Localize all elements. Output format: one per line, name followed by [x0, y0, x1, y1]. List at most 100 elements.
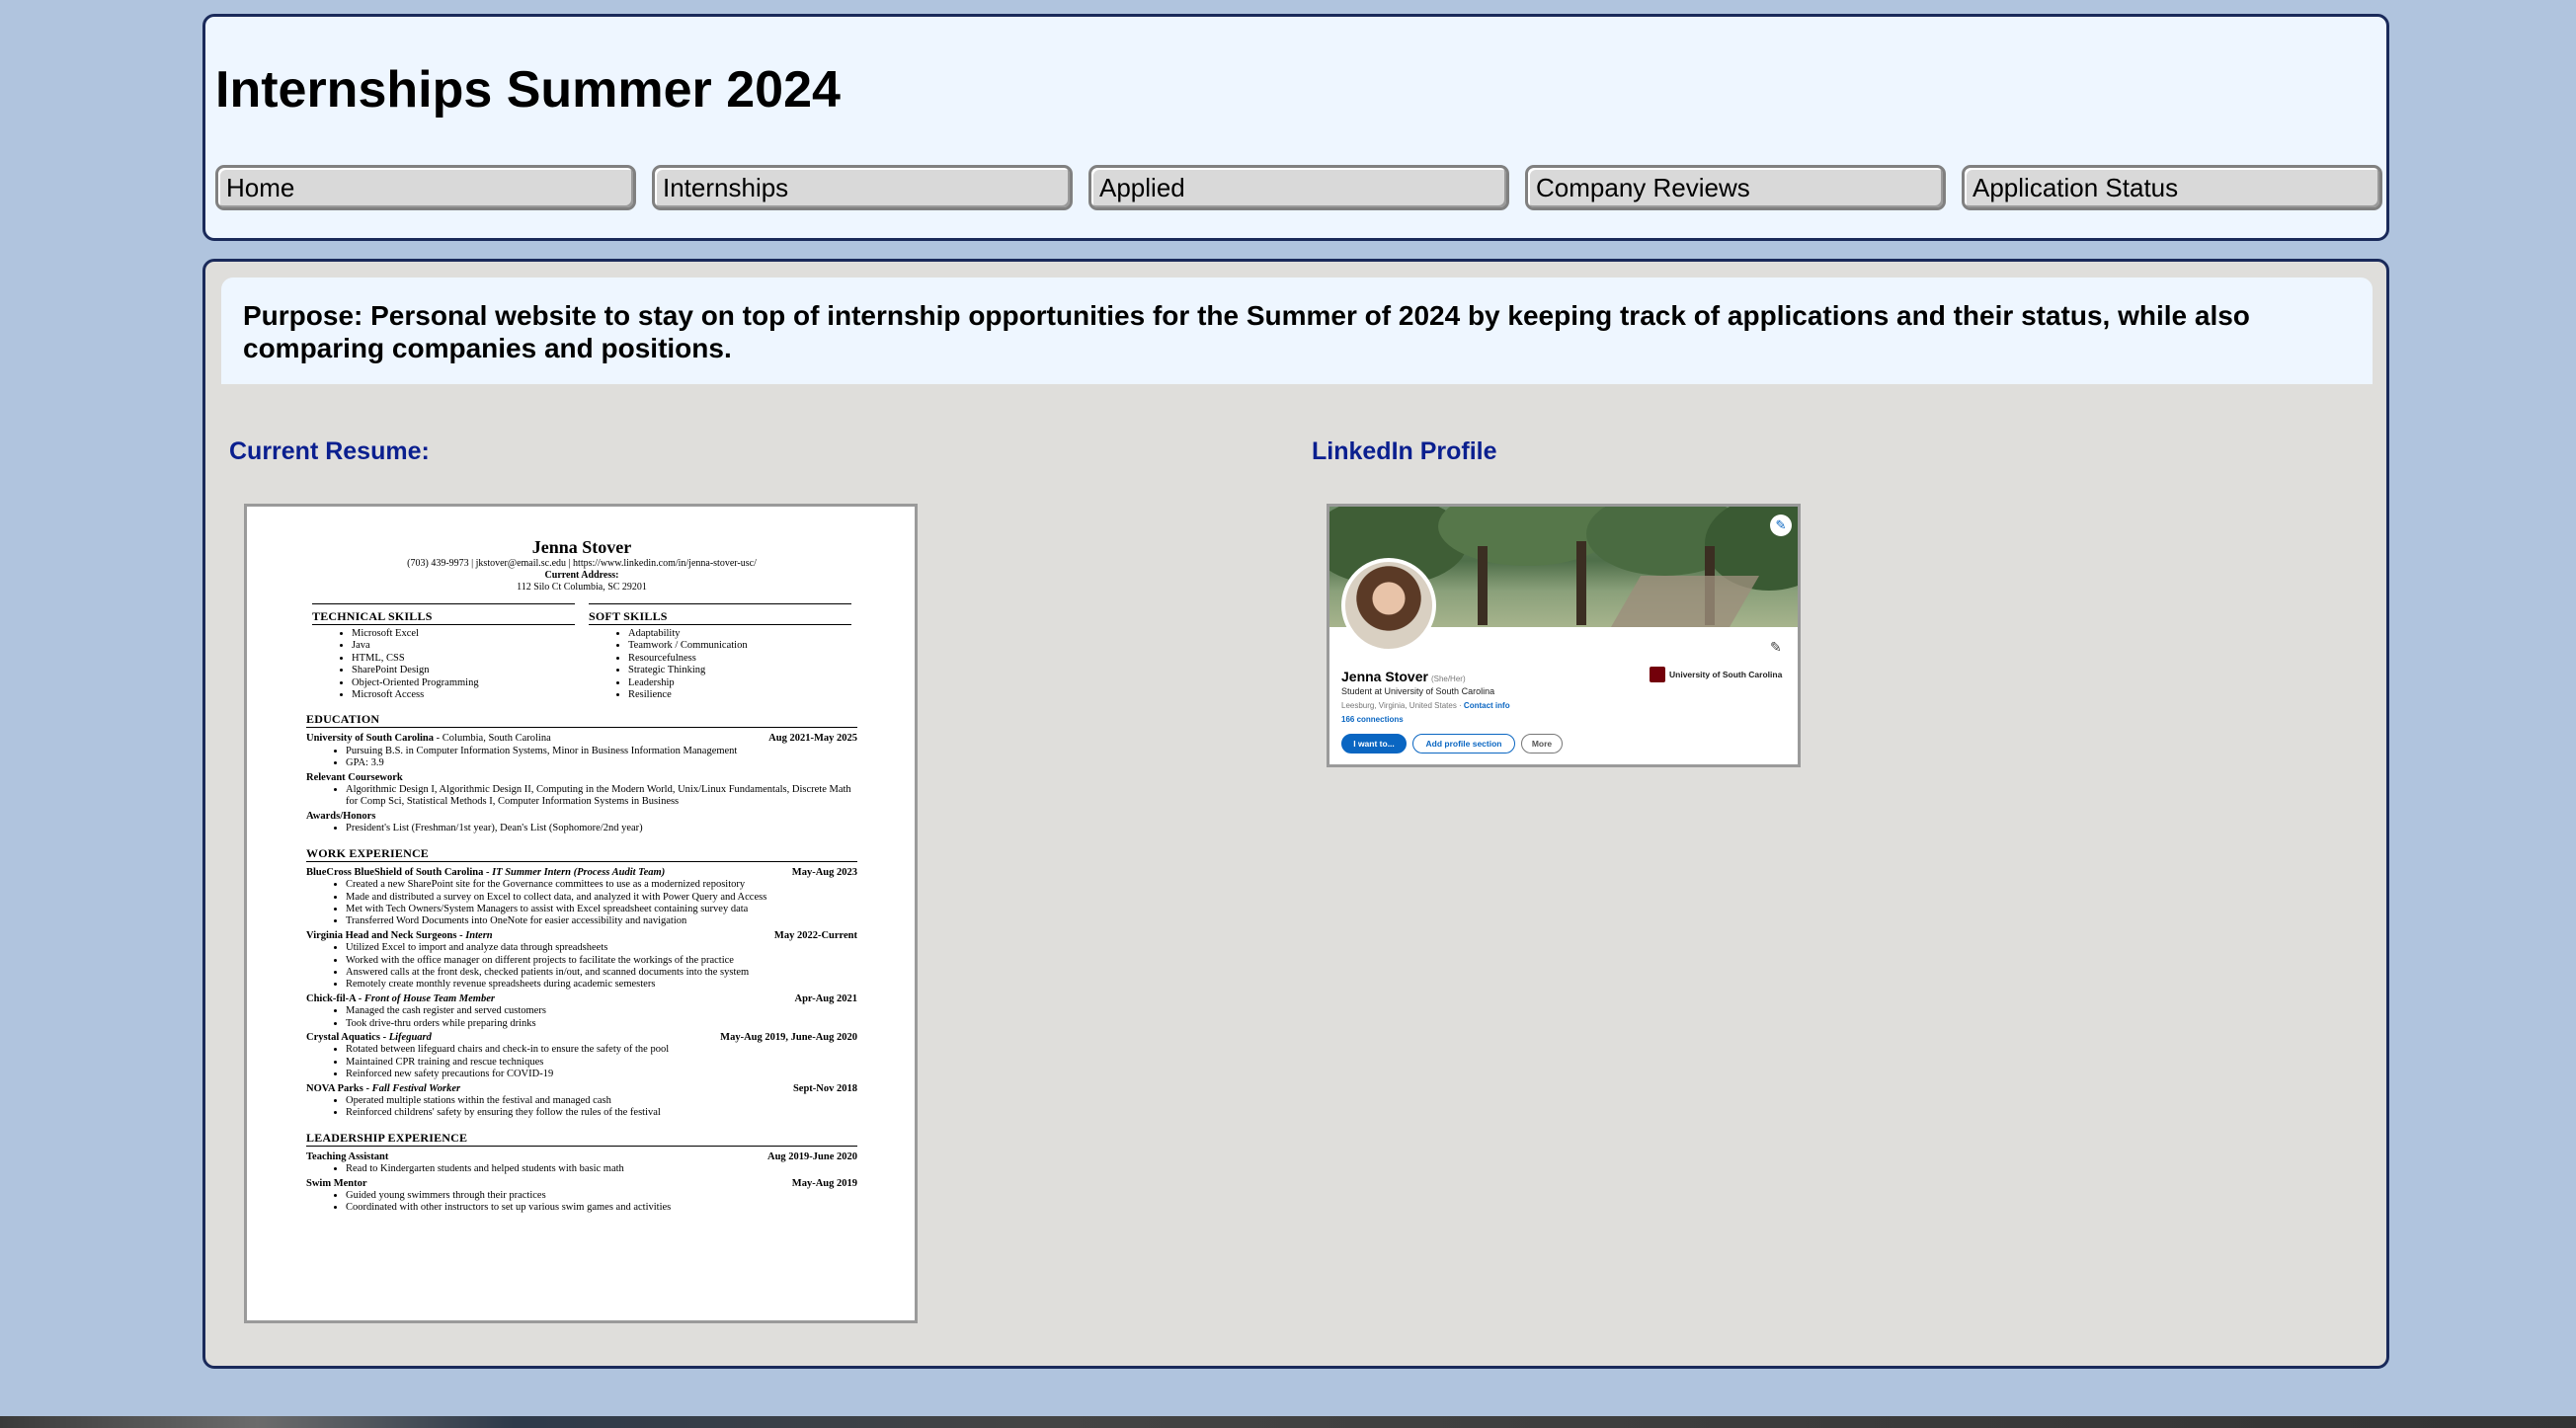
resume-leadership-org: Teaching Assistant: [306, 1150, 389, 1162]
purpose-text: Purpose: Personal website to stay on top…: [243, 300, 2250, 363]
resume-edu-dates: Aug 2021-May 2025: [768, 733, 857, 745]
resume-job-row: NOVA Parks - Fall Festival Worker Sept-N…: [306, 1083, 857, 1095]
list-item: Reinforced new safety precautions for CO…: [346, 1069, 857, 1080]
resume-coursework-label: Relevant Coursework: [306, 771, 403, 783]
tree-trunk: [1576, 541, 1586, 625]
main-content: Purpose: Personal website to stay on top…: [202, 259, 2389, 1369]
pencil-icon[interactable]: ✎: [1770, 639, 1782, 656]
list-item: Resourcefulness: [628, 653, 851, 665]
list-item: Teamwork / Communication: [628, 640, 851, 652]
resume-leadership-dates: Aug 2019-June 2020: [766, 1150, 857, 1162]
list-item: Microsoft Access: [352, 689, 575, 701]
resume-job-role: Front of House Team Member: [363, 992, 495, 1004]
list-item: Created a new SharePoint site for the Go…: [346, 879, 857, 891]
linkedin-headline: Student at University of South Carolina: [1341, 686, 1495, 696]
resume-job-role: Intern: [465, 929, 493, 941]
resume-leadership-dates: May-Aug 2019: [791, 1177, 857, 1189]
site-title: Internships Summer 2024: [215, 61, 841, 119]
linkedin-heading: LinkedIn Profile: [1312, 437, 1497, 465]
resume-image[interactable]: Jenna Stover (703) 439-9973 | jkstover@e…: [244, 504, 918, 1323]
resume-leadership-row: Swim Mentor May-Aug 2019: [306, 1178, 857, 1190]
school-logo-icon: [1650, 667, 1665, 682]
more-button[interactable]: More: [1521, 734, 1563, 754]
resume-job-row: Virginia Head and Neck Surgeons - Intern…: [306, 930, 857, 942]
list-item: GPA: 3.9: [346, 757, 857, 769]
nav-company-reviews-button[interactable]: Company Reviews: [1525, 165, 1946, 210]
list-item: Remotely create monthly revenue spreadsh…: [346, 979, 857, 991]
nav-applied-button[interactable]: Applied: [1088, 165, 1509, 210]
list-item: Made and distributed a survey on Excel t…: [346, 892, 857, 904]
resume-edu-school: University of South Carolina: [306, 733, 435, 745]
resume-address: 112 Silo Ct Columbia, SC 29201: [517, 582, 647, 593]
nav-home-button[interactable]: Home: [215, 165, 636, 210]
contact-info-link[interactable]: Contact info: [1464, 701, 1510, 710]
resume-job-org: Virginia Head and Neck Surgeons -: [306, 929, 466, 941]
resume-heading: Current Resume:: [229, 437, 430, 465]
resume-technical-heading: TECHNICAL SKILLS: [312, 608, 575, 625]
resume-edu-location: - Columbia, South Carolina: [434, 733, 551, 745]
resume-job-org: Chick-fil-A -: [306, 992, 364, 1004]
list-item: Took drive-thru orders while preparing d…: [346, 1018, 857, 1030]
list-item: Transferred Word Documents into OneNote …: [346, 915, 857, 927]
list-item: Reinforced childrens' safety by ensuring…: [346, 1107, 857, 1119]
linkedin-name: Jenna Stover (She/Her): [1341, 669, 1466, 684]
list-item: Coordinated with other instructors to se…: [346, 1202, 857, 1214]
resume-job-dates: Apr-Aug 2021: [794, 992, 858, 1004]
resume-leadership-org: Swim Mentor: [306, 1177, 367, 1189]
resume-job-dates: May-Aug 2019, June-Aug 2020: [720, 1031, 857, 1043]
resume-job-role: Fall Festival Worker: [371, 1082, 461, 1094]
linkedin-location: Leesburg, Virginia, United States · Cont…: [1341, 701, 1510, 710]
add-profile-section-button[interactable]: Add profile section: [1412, 734, 1515, 754]
linkedin-profile-card[interactable]: ✎ ✎ Jenna Stover (She/Her) Student at Uni…: [1327, 504, 1801, 767]
list-item: Algorithmic Design I, Algorithmic Design…: [346, 784, 857, 809]
resume-leadership-row: Teaching Assistant Aug 2019-June 2020: [306, 1151, 857, 1163]
site-header: Internships Summer 2024 Home Internships…: [202, 14, 2389, 241]
list-item: Leadership: [628, 677, 851, 689]
resume-job-role: IT Summer Intern (Process Audit Team): [492, 866, 666, 878]
list-item: HTML, CSS: [352, 653, 575, 665]
resume-job-dates: Sept-Nov 2018: [792, 1082, 857, 1094]
linkedin-location-text: Leesburg, Virginia, United States ·: [1341, 701, 1464, 710]
avatar: [1341, 558, 1436, 653]
linkedin-pronouns: (She/Her): [1430, 674, 1466, 683]
resume-soft-skills: SOFT SKILLS Adaptability Teamwork / Comm…: [589, 603, 851, 701]
list-item: Strategic Thinking: [628, 665, 851, 676]
resume-job-row: BlueCross BlueShield of South Carolina -…: [306, 867, 857, 879]
resume-soft-heading: SOFT SKILLS: [589, 608, 851, 625]
list-item: Maintained CPR training and rescue techn…: [346, 1057, 857, 1069]
resume-edu-row: University of South Carolina - Columbia,…: [306, 733, 857, 745]
i-want-to-button[interactable]: I want to...: [1341, 734, 1407, 754]
linkedin-school[interactable]: University of South Carolina: [1650, 667, 1782, 682]
nav-application-status-button[interactable]: Application Status: [1962, 165, 2382, 210]
resume-leadership-heading: LEADERSHIP EXPERIENCE: [306, 1130, 857, 1147]
list-item: Guided young swimmers through their prac…: [346, 1190, 857, 1202]
linkedin-name-text: Jenna Stover: [1341, 669, 1428, 684]
resume-job-role: Lifeguard: [388, 1031, 432, 1043]
list-item: Object-Oriented Programming: [352, 677, 575, 689]
resume-education-heading: EDUCATION: [306, 711, 857, 729]
list-item: Utilized Excel to import and analyze dat…: [346, 942, 857, 954]
resume-name: Jenna Stover: [531, 537, 632, 557]
resume-job-org: BlueCross BlueShield of South Carolina -: [306, 866, 493, 878]
resume-address-label: Current Address:: [544, 570, 619, 581]
resume-job-row: Chick-fil-A - Front of House Team Member…: [306, 993, 857, 1005]
resume-contact: (703) 439-9973 | jkstover@email.sc.edu |…: [407, 558, 757, 569]
list-item: Java: [352, 640, 575, 652]
resume-awards-label: Awards/Honors: [306, 810, 376, 822]
taskbar-strip: [0, 1416, 2576, 1428]
resume-job-dates: May 2022-Current: [773, 929, 857, 941]
banner-path: [1610, 576, 1760, 627]
list-item: SharePoint Design: [352, 665, 575, 676]
list-item: Rotated between lifeguard chairs and che…: [346, 1044, 857, 1056]
resume-job-dates: May-Aug 2023: [791, 866, 857, 878]
connections-link[interactable]: 166 connections: [1341, 715, 1404, 724]
nav-bar: Home Internships Applied Company Reviews…: [215, 165, 2384, 210]
resume-job-org: Crystal Aquatics -: [306, 1031, 389, 1043]
edit-icon[interactable]: ✎: [1770, 515, 1792, 536]
purpose-box: Purpose: Personal website to stay on top…: [221, 278, 2373, 384]
nav-internships-button[interactable]: Internships: [652, 165, 1073, 210]
resume-technical-skills: TECHNICAL SKILLS Microsoft Excel Java HT…: [312, 603, 575, 701]
resume-skills: TECHNICAL SKILLS Microsoft Excel Java HT…: [306, 603, 857, 701]
resume-job-row: Crystal Aquatics - Lifeguard May-Aug 201…: [306, 1032, 857, 1044]
list-item: Managed the cash register and served cus…: [346, 1005, 857, 1017]
